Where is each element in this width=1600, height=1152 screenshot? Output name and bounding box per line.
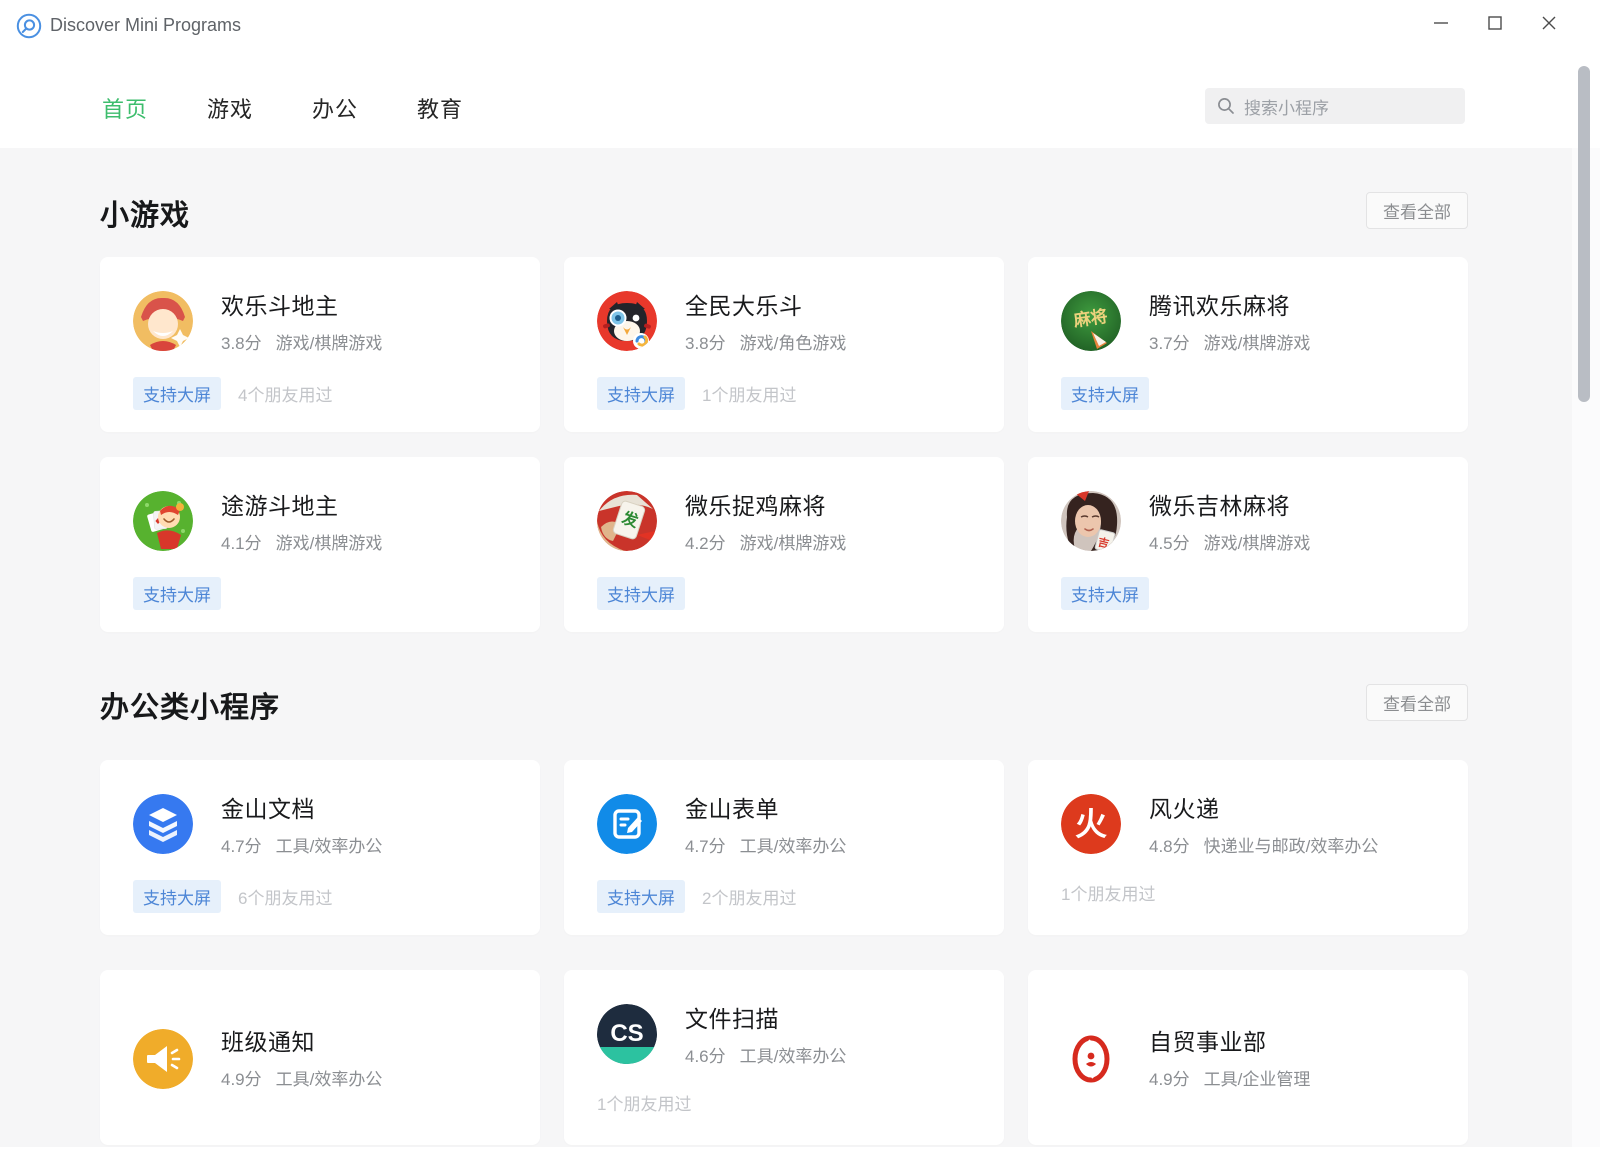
big-screen-badge: 支持大屏 — [597, 577, 685, 610]
app-category: 工具/效率办公 — [276, 1065, 383, 1090]
app-title: 文件扫描 — [685, 1005, 846, 1033]
app-title: 班级通知 — [221, 1028, 382, 1056]
app-title: 风火递 — [1149, 795, 1378, 823]
app-category: 游戏/棋牌游戏 — [740, 529, 847, 554]
app-title: 腾讯欢乐麻将 — [1149, 292, 1310, 320]
tab-education[interactable]: 教育 — [417, 92, 463, 124]
app-rating: 4.9分 — [221, 1065, 262, 1090]
window-title: Discover Mini Programs — [50, 15, 241, 36]
app-rating: 3.8分 — [221, 329, 262, 354]
app-rating: 4.7分 — [685, 832, 726, 857]
big-screen-badge: 支持大屏 — [597, 880, 685, 913]
camscanner-icon: CS — [597, 1004, 657, 1064]
svg-text:CS: CS — [610, 1020, 643, 1047]
card-kingsoft-form[interactable]: 金山表单 4.7分 工具/效率办公 支持大屏 2个朋友用过 — [564, 760, 1004, 935]
big-screen-badge: 支持大屏 — [133, 880, 221, 913]
tab-office[interactable]: 办公 — [312, 92, 358, 124]
app-rating: 4.9分 — [1149, 1065, 1190, 1090]
app-rating: 4.6分 — [685, 1042, 726, 1067]
app-category: 游戏/棋牌游戏 — [276, 329, 383, 354]
zimao-division-icon — [1061, 1029, 1121, 1089]
weile-zhuoji-mahjong-icon: 发 — [597, 491, 657, 551]
card-zimao-division[interactable]: 自贸事业部 4.9分 工具/企业管理 — [1028, 970, 1468, 1145]
weile-jilin-mahjong-icon: 吉 — [1061, 491, 1121, 551]
maximize-icon[interactable] — [1480, 8, 1510, 38]
friends-used-label: 1个朋友用过 — [597, 1090, 691, 1115]
app-title: 欢乐斗地主 — [221, 292, 382, 320]
window-bottom-edge — [0, 1147, 1600, 1152]
scrollbar-thumb[interactable] — [1578, 66, 1590, 402]
minimize-icon[interactable] — [1426, 8, 1456, 38]
tuyou-doudizhu-icon — [133, 491, 193, 551]
app-title: 途游斗地主 — [221, 492, 382, 520]
nav-tabs: 首页 游戏 办公 教育 — [102, 92, 463, 124]
app-title: 微乐吉林麻将 — [1149, 492, 1310, 520]
app-title: 金山表单 — [685, 795, 846, 823]
app-category: 快递业与邮政/效率办公 — [1204, 832, 1379, 857]
fenghuodi-icon: 火 — [1061, 794, 1121, 854]
card-class-notice[interactable]: 班级通知 4.9分 工具/效率办公 — [100, 970, 540, 1145]
app-title: 全民大乐斗 — [685, 292, 846, 320]
app-rating: 4.1分 — [221, 529, 262, 554]
app-rating: 3.8分 — [685, 329, 726, 354]
discover-mini-programs-window: Discover Mini Programs 首页 游戏 办公 教育 — [0, 0, 1600, 1152]
navbar: 首页 游戏 办公 教育 搜索小程序 — [0, 50, 1600, 148]
big-screen-badge: 支持大屏 — [133, 377, 221, 410]
app-title: 微乐捉鸡麻将 — [685, 492, 846, 520]
app-category: 游戏/角色游戏 — [740, 329, 847, 354]
app-rating: 4.7分 — [221, 832, 262, 857]
friends-used-label: 4个朋友用过 — [238, 381, 332, 406]
kingsoft-form-icon — [597, 794, 657, 854]
big-screen-badge: 支持大屏 — [1061, 377, 1149, 410]
app-title: 金山文档 — [221, 795, 382, 823]
happy-doudizhu-icon — [133, 291, 193, 351]
friends-used-label: 2个朋友用过 — [702, 884, 796, 909]
tab-games[interactable]: 游戏 — [207, 92, 253, 124]
view-all-office-button[interactable]: 查看全部 — [1366, 684, 1468, 721]
card-camscanner[interactable]: CS 文件扫描 4.6分 工具/效率办公 1个朋友用过 — [564, 970, 1004, 1145]
app-category: 工具/效率办公 — [740, 1042, 847, 1067]
card-quanmin-daledou[interactable]: 全民大乐斗 3.8分 游戏/角色游戏 支持大屏 1个朋友用过 — [564, 257, 1004, 432]
app-title: 自贸事业部 — [1149, 1028, 1310, 1056]
big-screen-badge: 支持大屏 — [1061, 577, 1149, 610]
app-category: 游戏/棋牌游戏 — [276, 529, 383, 554]
card-weile-jilin-mahjong[interactable]: 吉 微乐吉林麻将 4.5分 游戏/棋牌游戏 支持大屏 — [1028, 457, 1468, 632]
app-rating: 4.8分 — [1149, 832, 1190, 857]
section-title-office: 办公类小程序 — [100, 684, 280, 726]
svg-text:火: 火 — [1075, 806, 1107, 842]
search-placeholder: 搜索小程序 — [1244, 94, 1329, 119]
friends-used-label: 6个朋友用过 — [238, 884, 332, 909]
search-input[interactable]: 搜索小程序 — [1205, 88, 1465, 124]
class-notice-megaphone-icon — [133, 1029, 193, 1089]
card-huanle-doudizhu[interactable]: 欢乐斗地主 3.8分 游戏/棋牌游戏 支持大屏 4个朋友用过 — [100, 257, 540, 432]
card-weile-zhuoji-mahjong[interactable]: 发 微乐捉鸡麻将 4.2分 游戏/棋牌游戏 支持大屏 — [564, 457, 1004, 632]
friends-used-label: 1个朋友用过 — [702, 381, 796, 406]
big-screen-badge: 支持大屏 — [133, 577, 221, 610]
app-rating: 4.5分 — [1149, 529, 1190, 554]
tencent-mahjong-icon: 麻将 — [1061, 291, 1121, 351]
app-category: 游戏/棋牌游戏 — [1204, 329, 1311, 354]
app-category: 游戏/棋牌游戏 — [1204, 529, 1311, 554]
card-kingsoft-docs[interactable]: 金山文档 4.7分 工具/效率办公 支持大屏 6个朋友用过 — [100, 760, 540, 935]
view-all-minigames-button[interactable]: 查看全部 — [1366, 192, 1468, 229]
tab-home[interactable]: 首页 — [102, 92, 148, 124]
big-screen-badge: 支持大屏 — [597, 377, 685, 410]
section-title-minigames: 小游戏 — [100, 192, 190, 234]
mini-program-search-logo-icon — [16, 13, 42, 39]
app-rating: 3.7分 — [1149, 329, 1190, 354]
kingsoft-docs-icon — [133, 794, 193, 854]
card-fenghuodi[interactable]: 火 风火递 4.8分 快递业与邮政/效率办公 1个朋友用过 — [1028, 760, 1468, 935]
app-category: 工具/效率办公 — [276, 832, 383, 857]
card-tencent-mahjong[interactable]: 麻将 腾讯欢乐麻将 3.7分 游戏/棋牌游戏 支持大屏 — [1028, 257, 1468, 432]
friends-used-label: 1个朋友用过 — [1061, 880, 1155, 905]
quanmin-daledou-icon — [597, 291, 657, 351]
magnifier-icon — [1217, 97, 1235, 115]
app-category: 工具/效率办公 — [740, 832, 847, 857]
close-icon[interactable] — [1534, 8, 1564, 38]
card-tuyou-doudizhu[interactable]: 途游斗地主 4.1分 游戏/棋牌游戏 支持大屏 — [100, 457, 540, 632]
titlebar: Discover Mini Programs — [0, 0, 1600, 50]
app-category: 工具/企业管理 — [1204, 1065, 1311, 1090]
app-rating: 4.2分 — [685, 529, 726, 554]
